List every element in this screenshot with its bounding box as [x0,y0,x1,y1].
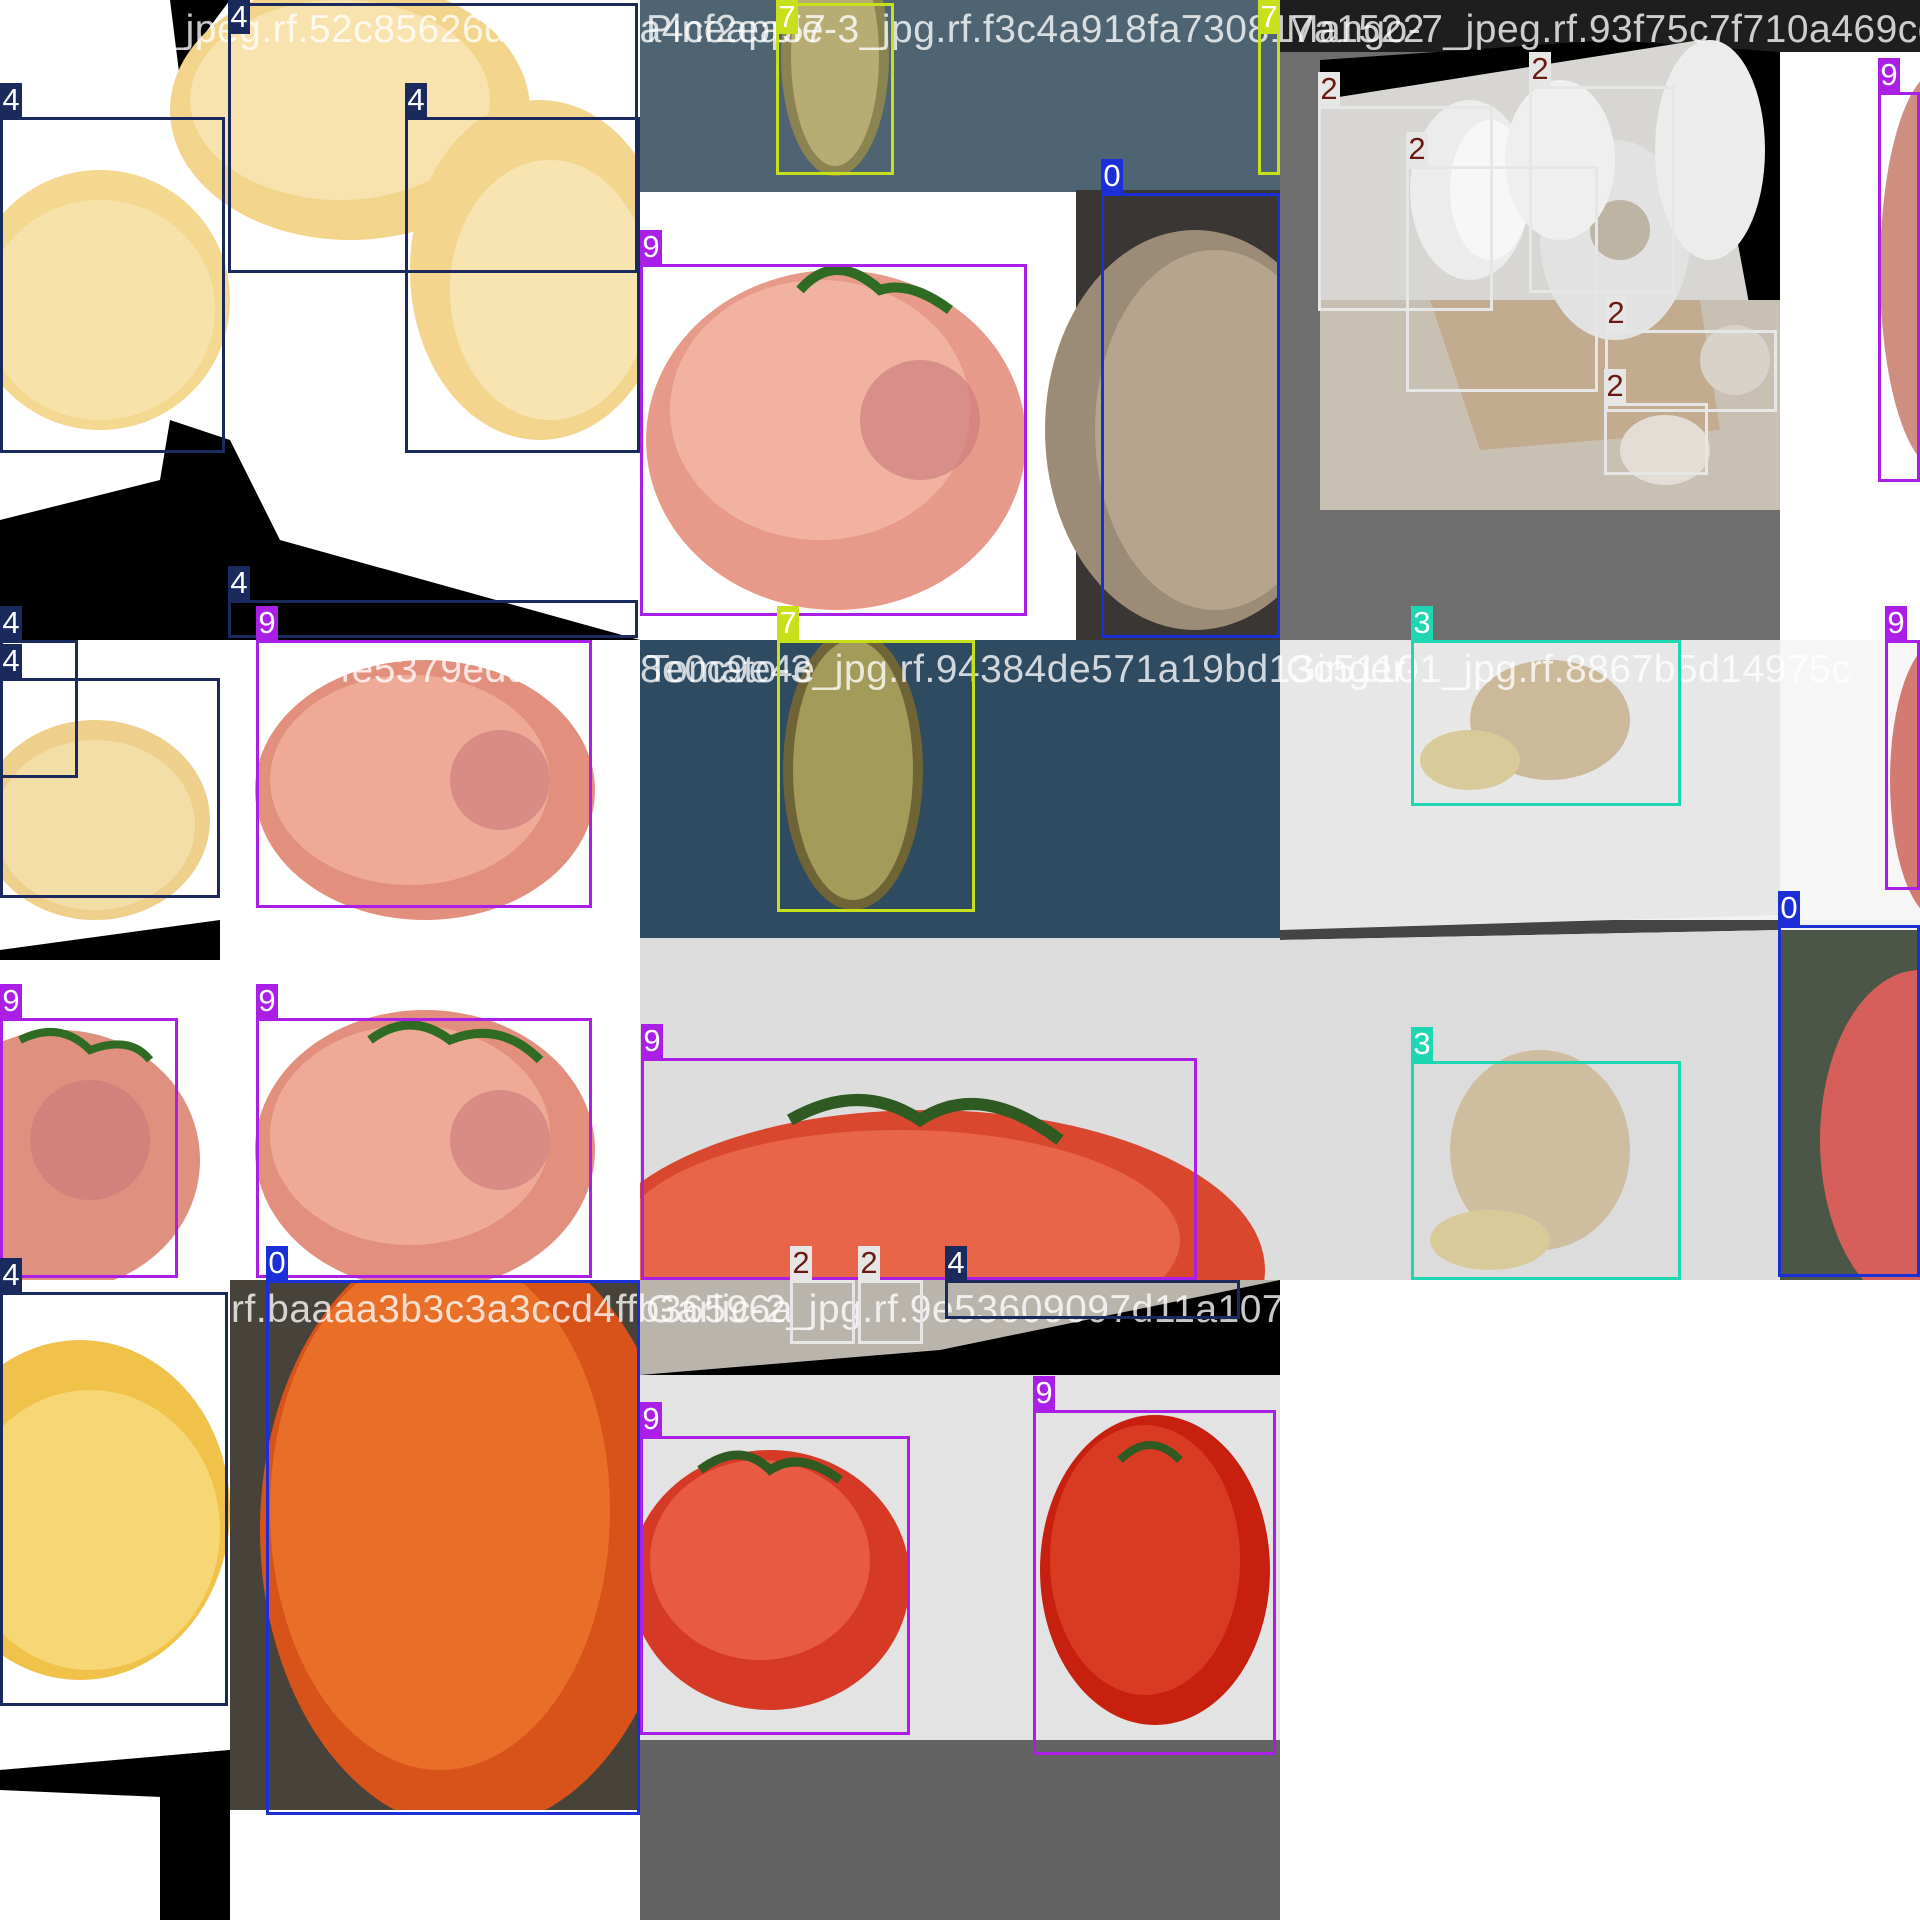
bbox-label: 9 [1878,58,1900,92]
bbox-label: 4 [0,606,22,640]
bbox-class-2 [1605,330,1777,412]
bbox-class-9 [256,1018,592,1278]
bbox-label: 4 [0,83,22,117]
bbox-label: 2 [858,1246,880,1280]
bbox-class-4 [0,1292,228,1706]
bbox-label: 9 [256,606,278,640]
bbox-label: 4 [0,644,22,678]
bbox-class-9 [640,264,1027,616]
caption-mango-7: Mango-7_jpeg.rf.93f75c7f710a469cd9 [1286,8,1920,51]
bbox-label: 4 [405,83,427,117]
bbox-label: 9 [1033,1376,1055,1410]
bbox-class-9 [1885,640,1920,890]
bbox-class-3 [1411,640,1681,806]
bbox-class-9 [641,1058,1197,1280]
bbox-label: 4 [0,1258,22,1292]
bbox-class-9 [1878,92,1920,482]
bbox-class-4 [0,678,220,898]
bbox-label: 7 [777,606,799,640]
bbox-label: 9 [641,1024,663,1058]
bbox-label: 2 [1605,296,1627,330]
bbox-label: 2 [1529,52,1551,86]
mosaic-canvas: Mango-3_jpeg.rf.52c85626db92d63a4cf2ea57… [0,0,1920,1920]
bbox-class-3 [1411,1061,1681,1280]
bbox-class-2 [858,1280,923,1344]
bbox-label: 0 [266,1246,288,1280]
bbox-class-2 [1604,403,1708,475]
bbox-class-4 [228,600,638,638]
bbox-label: 0 [1778,891,1800,925]
bbox-label: 2 [1406,132,1428,166]
bbox-label: 0 [1101,159,1123,193]
bbox-label: 9 [640,1402,662,1436]
bbox-label: 9 [256,984,278,1018]
bbox-label: 4 [228,0,250,34]
bbox-class-2 [790,1280,855,1344]
bbox-class-9 [256,640,592,908]
bbox-class-0 [1778,925,1920,1277]
bbox-class-4 [405,117,640,453]
bbox-label: 9 [640,230,662,264]
bbox-class-7 [777,640,975,912]
bbox-label: 7 [1258,0,1280,34]
bbox-label: 3 [1411,1027,1433,1061]
bbox-label: 4 [228,566,250,600]
bbox-class-0 [1101,193,1280,638]
bbox-label: 2 [1318,72,1340,106]
bbox-class-9 [640,1436,910,1735]
bbox-label: 9 [0,984,22,1018]
bbox-label: 4 [945,1246,967,1280]
bbox-class-2 [1529,86,1675,293]
bbox-class-0 [266,1280,640,1815]
bbox-label: 7 [776,0,798,34]
bbox-label: 3 [1411,606,1433,640]
bbox-class-4 [0,117,225,453]
bbox-label: 2 [790,1246,812,1280]
bbox-class-9 [0,1018,178,1278]
bbox-label: 9 [1885,606,1907,640]
bbox-class-9 [1033,1410,1276,1755]
tile-empty [1280,1280,1920,1920]
bbox-class-4 [945,1280,1240,1319]
bbox-label: 2 [1604,369,1626,403]
